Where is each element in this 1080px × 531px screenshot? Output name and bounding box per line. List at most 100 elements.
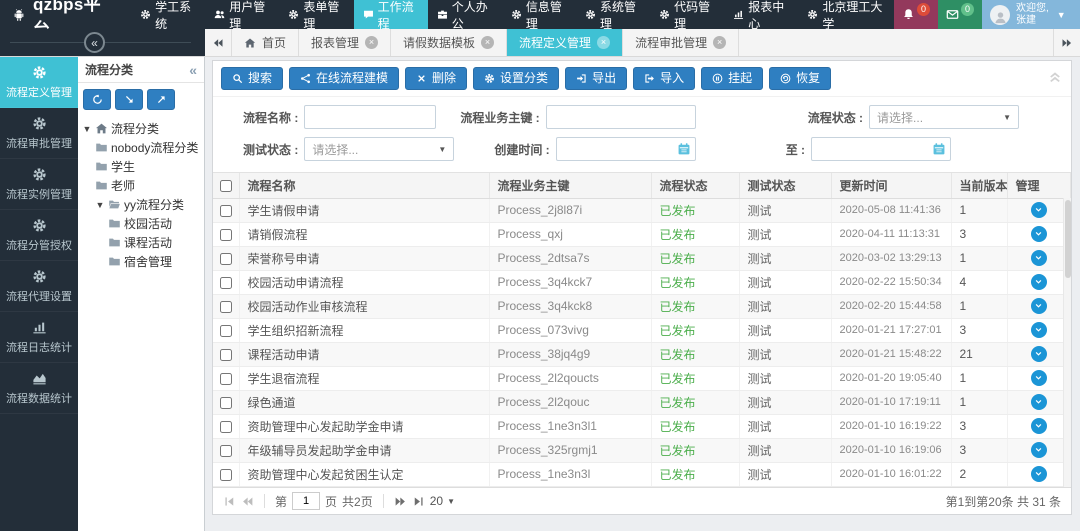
tree-node[interactable]: 校园活动 [78,214,204,233]
delete-button[interactable]: 删除 [405,67,467,90]
close-tab-icon[interactable]: × [597,36,610,49]
tree-node[interactable]: 课程活动 [78,233,204,252]
select-all-checkbox[interactable] [220,180,232,192]
restore-button[interactable]: 恢复 [769,67,831,90]
column-header[interactable]: 当前版本号 [951,173,1007,198]
table-row[interactable]: 请销假流程 Process_qxj 已发布 测试 2020-04-11 11:1… [213,222,1071,246]
row-actions-button[interactable] [1031,418,1047,434]
row-actions-button[interactable] [1031,250,1047,266]
tree-node[interactable]: 宿舍管理 [78,252,204,271]
nav-item[interactable]: 工作流程 [354,0,428,29]
tree-collapse-icon[interactable]: « [189,62,197,78]
sidebar-collapse-button[interactable]: « [84,32,105,53]
tabs-scroll-left-button[interactable] [205,29,232,56]
row-checkbox[interactable] [220,397,232,409]
sidebar-item[interactable]: 流程数据统计 [0,363,78,414]
tree-node[interactable]: 老师 [78,176,204,195]
row-checkbox[interactable] [220,301,232,313]
row-checkbox[interactable] [220,253,232,265]
sidebar-item[interactable]: 流程审批管理 [0,108,78,159]
nav-item[interactable]: 表单管理 [279,0,353,29]
row-actions-button[interactable] [1031,466,1047,482]
previous-page-button[interactable] [241,495,254,508]
suspend-button[interactable]: 挂起 [701,67,763,90]
table-row[interactable]: 资助管理中心发起贫困生认定 Process_1ne3n3l 已发布 测试 202… [213,462,1071,486]
close-tab-icon[interactable]: × [365,36,378,49]
notifications-button[interactable]: 0 [894,0,938,29]
row-actions-button[interactable] [1031,202,1047,218]
import-button[interactable]: 导入 [633,67,695,90]
row-checkbox[interactable] [220,229,232,241]
messages-button[interactable]: 0 [938,0,982,29]
nav-item[interactable]: 学工系统 [131,0,205,29]
nav-item[interactable]: 信息管理 [502,0,576,29]
tree-expander-icon[interactable]: ▼ [82,124,92,134]
column-header[interactable]: 流程状态 [651,173,739,198]
close-tab-icon[interactable]: × [713,36,726,49]
process-key-input[interactable] [546,105,696,129]
calendar-icon[interactable] [677,142,691,156]
tree-node[interactable]: nobody流程分类 [78,138,204,157]
test-status-select[interactable]: 请选择... ▼ [304,137,454,161]
row-actions-button[interactable] [1031,298,1047,314]
panel-collapse-button[interactable] [1047,69,1063,85]
row-checkbox[interactable] [220,349,232,361]
tab[interactable]: 报表管理 × [299,29,391,56]
column-header[interactable]: 测试状态 [739,173,831,198]
table-row[interactable]: 学生退宿流程 Process_2l2qoucts 已发布 测试 2020-01-… [213,366,1071,390]
row-actions-button[interactable] [1031,274,1047,290]
tree-node[interactable]: 学生 [78,157,204,176]
calendar-icon[interactable] [932,142,946,156]
row-actions-button[interactable] [1031,394,1047,410]
row-actions-button[interactable] [1031,226,1047,242]
close-tab-icon[interactable]: × [481,36,494,49]
table-row[interactable]: 资助管理中心发起助学金申请 Process_1ne3n3l1 已发布 测试 20… [213,414,1071,438]
tabs-scroll-right-button[interactable] [1053,29,1080,56]
sidebar-item[interactable]: 流程分管授权 [0,210,78,261]
row-actions-button[interactable] [1031,442,1047,458]
row-checkbox[interactable] [220,325,232,337]
column-header[interactable]: 流程业务主键 [489,173,651,198]
sidebar-item[interactable]: 流程定义管理 [0,57,78,108]
next-page-button[interactable] [394,495,407,508]
table-row[interactable]: 学生请假申请 Process_2j8l87i 已发布 测试 2020-05-08… [213,198,1071,222]
online-modeling-button[interactable]: 在线流程建模 [289,67,399,90]
row-checkbox[interactable] [220,445,232,457]
create-time-to-input[interactable] [811,137,951,161]
sidebar-item[interactable]: 流程代理设置 [0,261,78,312]
export-button[interactable]: 导出 [565,67,627,90]
scrollbar-thumb[interactable] [1065,200,1071,278]
nav-item[interactable]: 用户管理 [205,0,279,29]
tree-expand-all-button[interactable] [115,89,143,110]
row-actions-button[interactable] [1031,370,1047,386]
row-actions-button[interactable] [1031,346,1047,362]
table-row[interactable]: 年级辅导员发起助学金申请 Process_325rgmj1 已发布 测试 202… [213,438,1071,462]
row-checkbox[interactable] [220,421,232,433]
process-status-select[interactable]: 请选择... ▼ [869,105,1019,129]
tree-node[interactable]: ▼ 流程分类 [78,119,204,138]
table-row[interactable]: 学生组织招新流程 Process_073vivg 已发布 测试 2020-01-… [213,318,1071,342]
row-checkbox[interactable] [220,469,232,481]
table-row[interactable]: 年级辅导员发起贫困生认定 Process_325rgmj 已发布 测试 2020… [213,486,1071,487]
first-page-button[interactable] [223,495,236,508]
user-menu[interactable]: 欢迎您, 张建 ▼ [982,0,1080,29]
nav-item[interactable]: 系统管理 [576,0,650,29]
tree-refresh-button[interactable] [83,89,111,110]
row-actions-button[interactable] [1031,322,1047,338]
tree-node[interactable]: ▼ yy流程分类 [78,195,204,214]
app-logo[interactable]: qzbps平台 [0,0,131,29]
tab[interactable]: 请假数据模板 × [391,29,507,56]
tab[interactable]: 流程定义管理 × [507,29,623,56]
nav-item[interactable]: 代码管理 [650,0,724,29]
row-checkbox[interactable] [220,205,232,217]
sidebar-item[interactable]: 流程日志统计 [0,312,78,363]
nav-item[interactable]: 报表中心 [724,0,798,29]
page-size-select[interactable]: 20 ▼ [430,494,455,508]
table-scrollbar[interactable] [1063,198,1071,487]
nav-item[interactable]: 北京理工大学 [798,0,894,29]
table-row[interactable]: 课程活动申请 Process_38jq4g9 已发布 测试 2020-01-21… [213,342,1071,366]
tree-expander-icon[interactable]: ▼ [95,200,105,210]
nav-item[interactable]: 个人办公 [428,0,502,29]
column-header[interactable]: 管理 [1007,173,1071,198]
row-checkbox[interactable] [220,277,232,289]
